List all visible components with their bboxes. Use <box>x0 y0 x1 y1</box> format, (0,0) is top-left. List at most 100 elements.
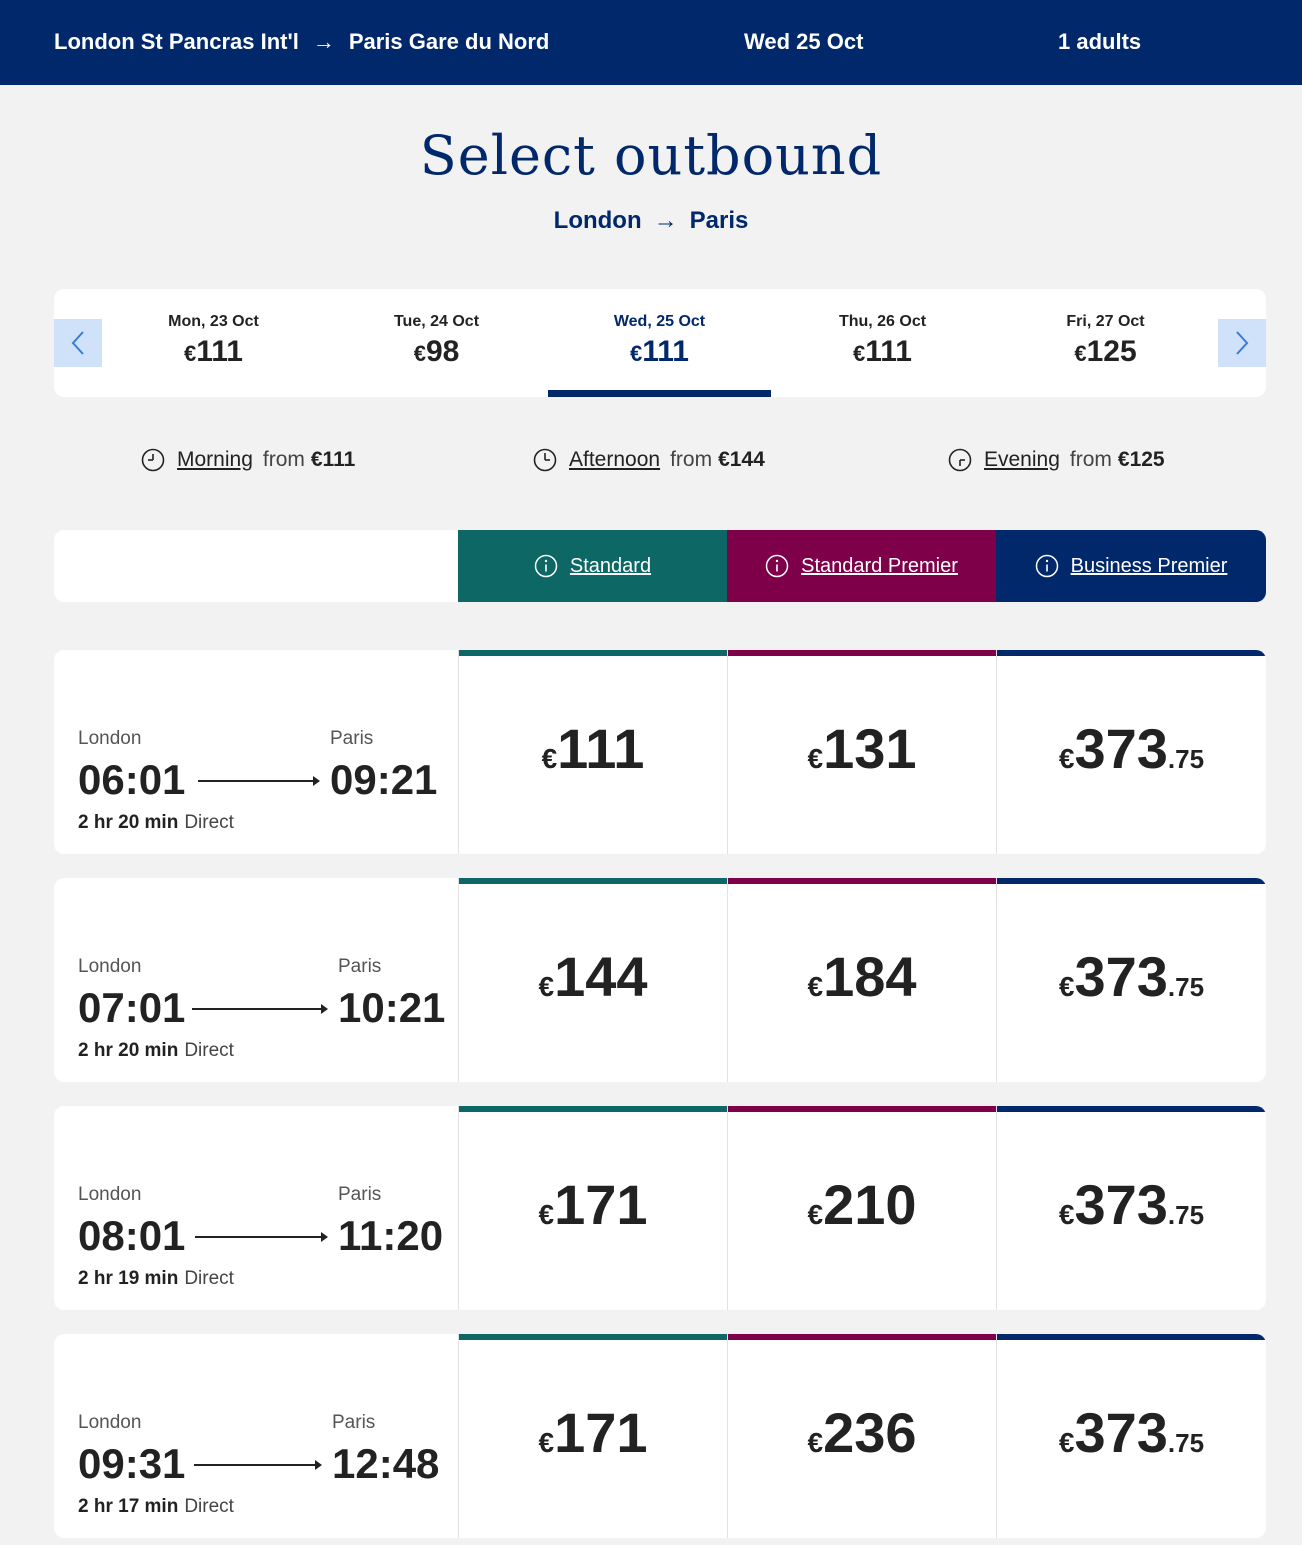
fare-business-premier[interactable]: €373.75 <box>996 878 1266 1082</box>
journey-row: London Paris 08:01 11:20 2 hr 19 min Dire… <box>54 1106 1266 1310</box>
clock-morning-icon <box>141 448 165 472</box>
route-summary: London St Pancras Int'l → Paris Gare du … <box>54 29 549 55</box>
departure-time: 07:01 <box>78 984 186 1031</box>
fare-business-premier[interactable]: €373.75 <box>996 1334 1266 1538</box>
passenger-count: 1 adults <box>1058 29 1142 54</box>
filter-from-text: from <box>262 448 305 471</box>
class-standard-info[interactable]: Standard <box>458 530 727 602</box>
fare-standard-premier[interactable]: €184 <box>727 878 996 1082</box>
date-label: Wed, 25 Oct <box>613 313 706 330</box>
fare-standard-premier[interactable]: €210 <box>727 1106 996 1310</box>
date-price: €98 <box>413 335 460 368</box>
chevron-left-icon <box>71 331 84 355</box>
class-business-premier-info[interactable]: Business Premier <box>996 530 1266 602</box>
fare-price: €373.75 <box>1058 945 1205 1008</box>
filter-label: Morning <box>177 448 253 471</box>
fare-standard[interactable]: €111 <box>458 650 727 854</box>
fare-price: €373.75 <box>1058 1173 1205 1236</box>
journey-duration: 2 hr 20 min Direct <box>78 812 234 833</box>
fare-price: €171 <box>538 1401 648 1464</box>
journey-duration: 2 hr 17 min Direct <box>78 1496 234 1517</box>
filter-afternoon[interactable]: Afternoon from €144 <box>533 448 765 472</box>
journey-row: London Paris 09:31 12:48 2 hr 17 min Dire… <box>54 1334 1266 1538</box>
date-label: Thu, 26 Oct <box>838 313 927 330</box>
subroute-from: London <box>553 207 642 234</box>
date-option-tue-24-oct[interactable]: Tue, 24 Oct €98 <box>325 289 548 397</box>
fare-class-header: Standard Standard Premier Business Premi… <box>54 530 1266 602</box>
date-price: €125 <box>1074 335 1137 368</box>
date-selector: Mon, 23 Oct €111 Tue, 24 Oct €98 Wed, 25… <box>54 289 1266 397</box>
arrow-right-icon: → <box>653 207 678 234</box>
fare-price: €373.75 <box>1058 717 1205 780</box>
date-option-fri-27-oct[interactable]: Fri, 27 Oct €125 <box>994 289 1217 397</box>
arrival-time: 11:20 <box>338 1212 444 1259</box>
journey-details: London Paris 07:01 10:21 2 hr 20 min Dire… <box>54 878 458 1082</box>
fare-price: €210 <box>807 1173 917 1236</box>
journey-duration: 2 hr 20 min Direct <box>78 1040 234 1061</box>
filter-morning[interactable]: Morning from €111 <box>141 448 355 472</box>
date-option-mon-23-oct[interactable]: Mon, 23 Oct €111 <box>102 289 325 397</box>
fare-business-premier[interactable]: €373.75 <box>996 1106 1266 1310</box>
arrival-city: Paris <box>338 1184 382 1205</box>
info-icon <box>534 554 558 578</box>
origin-station: London St Pancras Int'l <box>54 29 299 54</box>
arrival-city: Paris <box>332 1412 376 1433</box>
filter-evening[interactable]: Evening from €125 <box>948 448 1165 472</box>
fare-standard[interactable]: €171 <box>458 1334 727 1538</box>
filter-price: €111 <box>310 448 356 471</box>
journey-arrow-icon <box>195 1232 328 1242</box>
arrival-time: 10:21 <box>338 984 446 1031</box>
filter-label: Evening <box>984 448 1060 471</box>
journey-row: London Paris 06:01 09:21 2 hr 20 min Dire… <box>54 650 1266 854</box>
arrival-city: Paris <box>330 728 374 749</box>
date-label: Fri, 27 Oct <box>1066 313 1145 330</box>
arrival-city: Paris <box>338 956 382 977</box>
departure-city: London <box>78 1184 142 1205</box>
fare-price: €144 <box>538 945 648 1008</box>
fare-standard-premier[interactable]: €236 <box>727 1334 996 1538</box>
filter-price: €125 <box>1117 448 1165 471</box>
date-option-wed-25-oct[interactable]: Wed, 25 Oct €111 <box>548 289 771 397</box>
fare-price: €131 <box>807 717 917 780</box>
class-label: Business Premier <box>1070 554 1228 577</box>
filter-from-text: from <box>670 448 713 471</box>
departure-time: 06:01 <box>78 756 186 803</box>
journey-details: London Paris 06:01 09:21 2 hr 20 min Dire… <box>54 650 458 854</box>
next-dates-button[interactable] <box>1218 319 1266 367</box>
class-label: Standard <box>569 554 652 577</box>
filter-price: €144 <box>718 448 765 471</box>
fare-price: €171 <box>538 1173 648 1236</box>
search-summary-bar: London St Pancras Int'l → Paris Gare du … <box>0 0 1302 85</box>
fare-price: €373.75 <box>1058 1401 1205 1464</box>
filter-label: Afternoon <box>569 448 661 471</box>
journey-arrow-icon <box>192 1004 328 1014</box>
fare-standard[interactable]: €171 <box>458 1106 727 1310</box>
class-standard-premier-info[interactable]: Standard Premier <box>727 530 996 602</box>
clock-evening-icon <box>948 448 972 472</box>
filter-from-text: from <box>1069 448 1112 471</box>
fare-business-premier[interactable]: €373.75 <box>996 650 1266 854</box>
info-icon <box>765 554 789 578</box>
chevron-right-icon <box>1236 331 1249 355</box>
destination-station: Paris Gare du Nord <box>348 29 550 54</box>
departure-city: London <box>78 956 142 977</box>
date-price: €111 <box>630 335 689 368</box>
arrival-time: 09:21 <box>330 756 438 803</box>
fare-price: €184 <box>807 945 917 1008</box>
fare-standard-premier[interactable]: €131 <box>727 650 996 854</box>
page-title: Select outbound <box>419 124 883 187</box>
travel-date: Wed 25 Oct <box>744 29 864 54</box>
date-option-thu-26-oct[interactable]: Thu, 26 Oct €111 <box>771 289 994 397</box>
journey-details: London Paris 09:31 12:48 2 hr 17 min Dire… <box>54 1334 458 1538</box>
journey-details: London Paris 08:01 11:20 2 hr 19 min Dire… <box>54 1106 458 1310</box>
journey-arrow-icon <box>198 776 320 786</box>
info-icon <box>1035 554 1058 578</box>
route-arrow-icon: → <box>312 29 335 54</box>
departure-city: London <box>78 1412 142 1433</box>
previous-dates-button[interactable] <box>54 319 102 367</box>
date-label: Tue, 24 Oct <box>393 313 480 330</box>
date-label: Mon, 23 Oct <box>168 313 259 330</box>
journey-duration: 2 hr 19 min Direct <box>78 1268 234 1289</box>
departure-city: London <box>78 728 142 749</box>
fare-standard[interactable]: €144 <box>458 878 727 1082</box>
